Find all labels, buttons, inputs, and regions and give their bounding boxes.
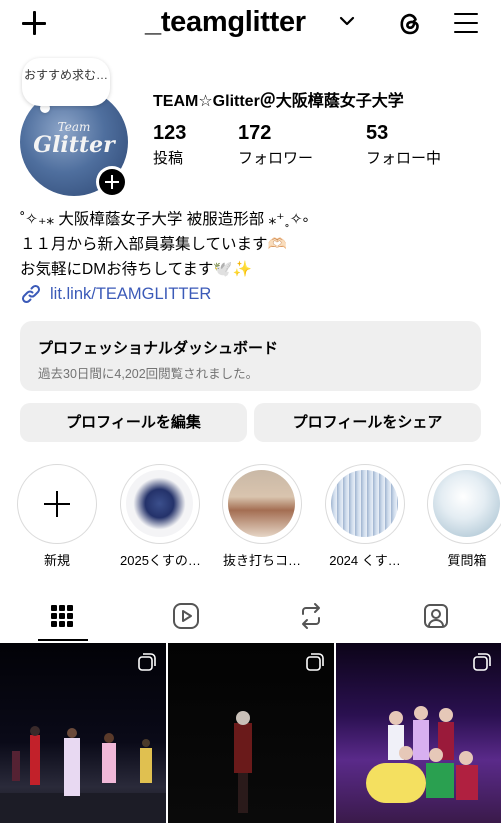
bio-line: １１月から新入部員募集しています🫶🏻: [20, 236, 287, 253]
highlight-label: 質問箱: [447, 553, 487, 568]
multiple-posts-icon: [473, 653, 491, 671]
tab-tagged[interactable]: [416, 596, 456, 636]
tab-reposts[interactable]: [291, 596, 331, 636]
multiple-posts-icon: [306, 653, 324, 671]
highlight-item[interactable]: 2025くすの…: [120, 464, 201, 569]
avatar-logo-large-text: Glitter: [33, 132, 115, 158]
highlight-ring: [222, 464, 302, 544]
post-thumbnail[interactable]: [168, 643, 334, 823]
stat-value: 123: [153, 122, 187, 144]
highlight-cover: [331, 470, 398, 537]
tab-grid[interactable]: [42, 596, 82, 636]
bio: ˚✧₊⁎ 大阪樟蔭女子大学 被服造形部 ⁎⁺˳✧༚ １１月から新入部員募集してい…: [20, 207, 308, 282]
stat-posts[interactable]: 123 投稿: [153, 122, 186, 168]
highlight-label: 新規: [43, 553, 70, 568]
repost-icon: [302, 603, 320, 629]
bio-line: お気軽にDMお待ちしてます🕊️✨: [20, 261, 252, 278]
post-thumbnail[interactable]: [336, 643, 501, 823]
highlight-label: 2025くすの…: [120, 553, 201, 568]
bio-link[interactable]: lit.link/TEAMGLITTER: [20, 283, 211, 305]
post-thumbnail[interactable]: [0, 643, 166, 823]
share-profile-button[interactable]: プロフィールをシェア: [254, 403, 481, 442]
stat-value: 172: [238, 122, 272, 144]
menu-hamburger-icon[interactable]: [452, 12, 480, 36]
grid-icon: [51, 605, 73, 627]
active-tab-indicator: [38, 639, 88, 641]
chevron-down-icon[interactable]: [339, 15, 355, 27]
stat-following[interactable]: 53 フォロー中: [366, 122, 441, 168]
multiple-posts-icon: [138, 653, 156, 671]
plus-icon: [17, 464, 97, 544]
add-story-button[interactable]: [96, 166, 128, 198]
threads-icon[interactable]: [396, 10, 424, 38]
highlight-item[interactable]: 質問箱: [427, 464, 501, 569]
bio-line: ˚✧₊⁎ 大阪樟蔭女子大学 被服造形部 ⁎⁺˳✧༚: [20, 211, 309, 228]
highlight-item[interactable]: 2024 くす…: [325, 464, 405, 569]
highlight-ring: [325, 464, 405, 544]
link-icon: [21, 284, 41, 304]
tagged-person-icon: [424, 604, 448, 628]
stat-label: フォロワー: [238, 150, 314, 167]
username-title[interactable]: _teamglitter: [145, 6, 306, 39]
highlight-cover: [228, 470, 295, 537]
dashboard-title: プロフェッショナルダッシュボード: [38, 340, 279, 357]
tab-reels[interactable]: [166, 596, 206, 636]
stat-label: 投稿: [153, 150, 184, 167]
stat-value: 53: [366, 122, 389, 144]
link-text[interactable]: lit.link/TEAMGLITTER: [50, 285, 211, 304]
reels-icon: [173, 603, 199, 629]
highlight-item[interactable]: 抜き打ちコ…: [222, 464, 302, 569]
highlight-ring: [120, 464, 200, 544]
highlight-label: 抜き打ちコ…: [222, 553, 301, 568]
highlight-cover: [433, 470, 500, 537]
stat-followers[interactable]: 172 フォロワー: [238, 122, 313, 168]
highlight-new[interactable]: 新規: [17, 464, 97, 569]
posts-grid: [0, 643, 501, 823]
edit-profile-button[interactable]: プロフィールを編集: [20, 403, 247, 442]
profile-tabs: [0, 596, 501, 640]
profile-note[interactable]: おすすめ求む…: [22, 58, 110, 106]
highlight-label: 2024 くす…: [329, 553, 401, 568]
display-name: TEAM☆Glitter＠大阪樟蔭女子大学: [153, 93, 404, 110]
stat-label: フォロー中: [366, 150, 442, 167]
highlight-ring: [427, 464, 501, 544]
create-post-plus-icon[interactable]: [20, 9, 48, 37]
highlight-cover: [126, 470, 193, 537]
plus-icon: [99, 169, 125, 195]
professional-dashboard[interactable]: プロフェッショナルダッシュボード 過去30日間に4,202回閲覧されました。: [20, 321, 481, 391]
dashboard-subtitle: 過去30日間に4,202回閲覧されました。: [38, 367, 259, 381]
top-bar: _teamglitter: [0, 0, 501, 48]
